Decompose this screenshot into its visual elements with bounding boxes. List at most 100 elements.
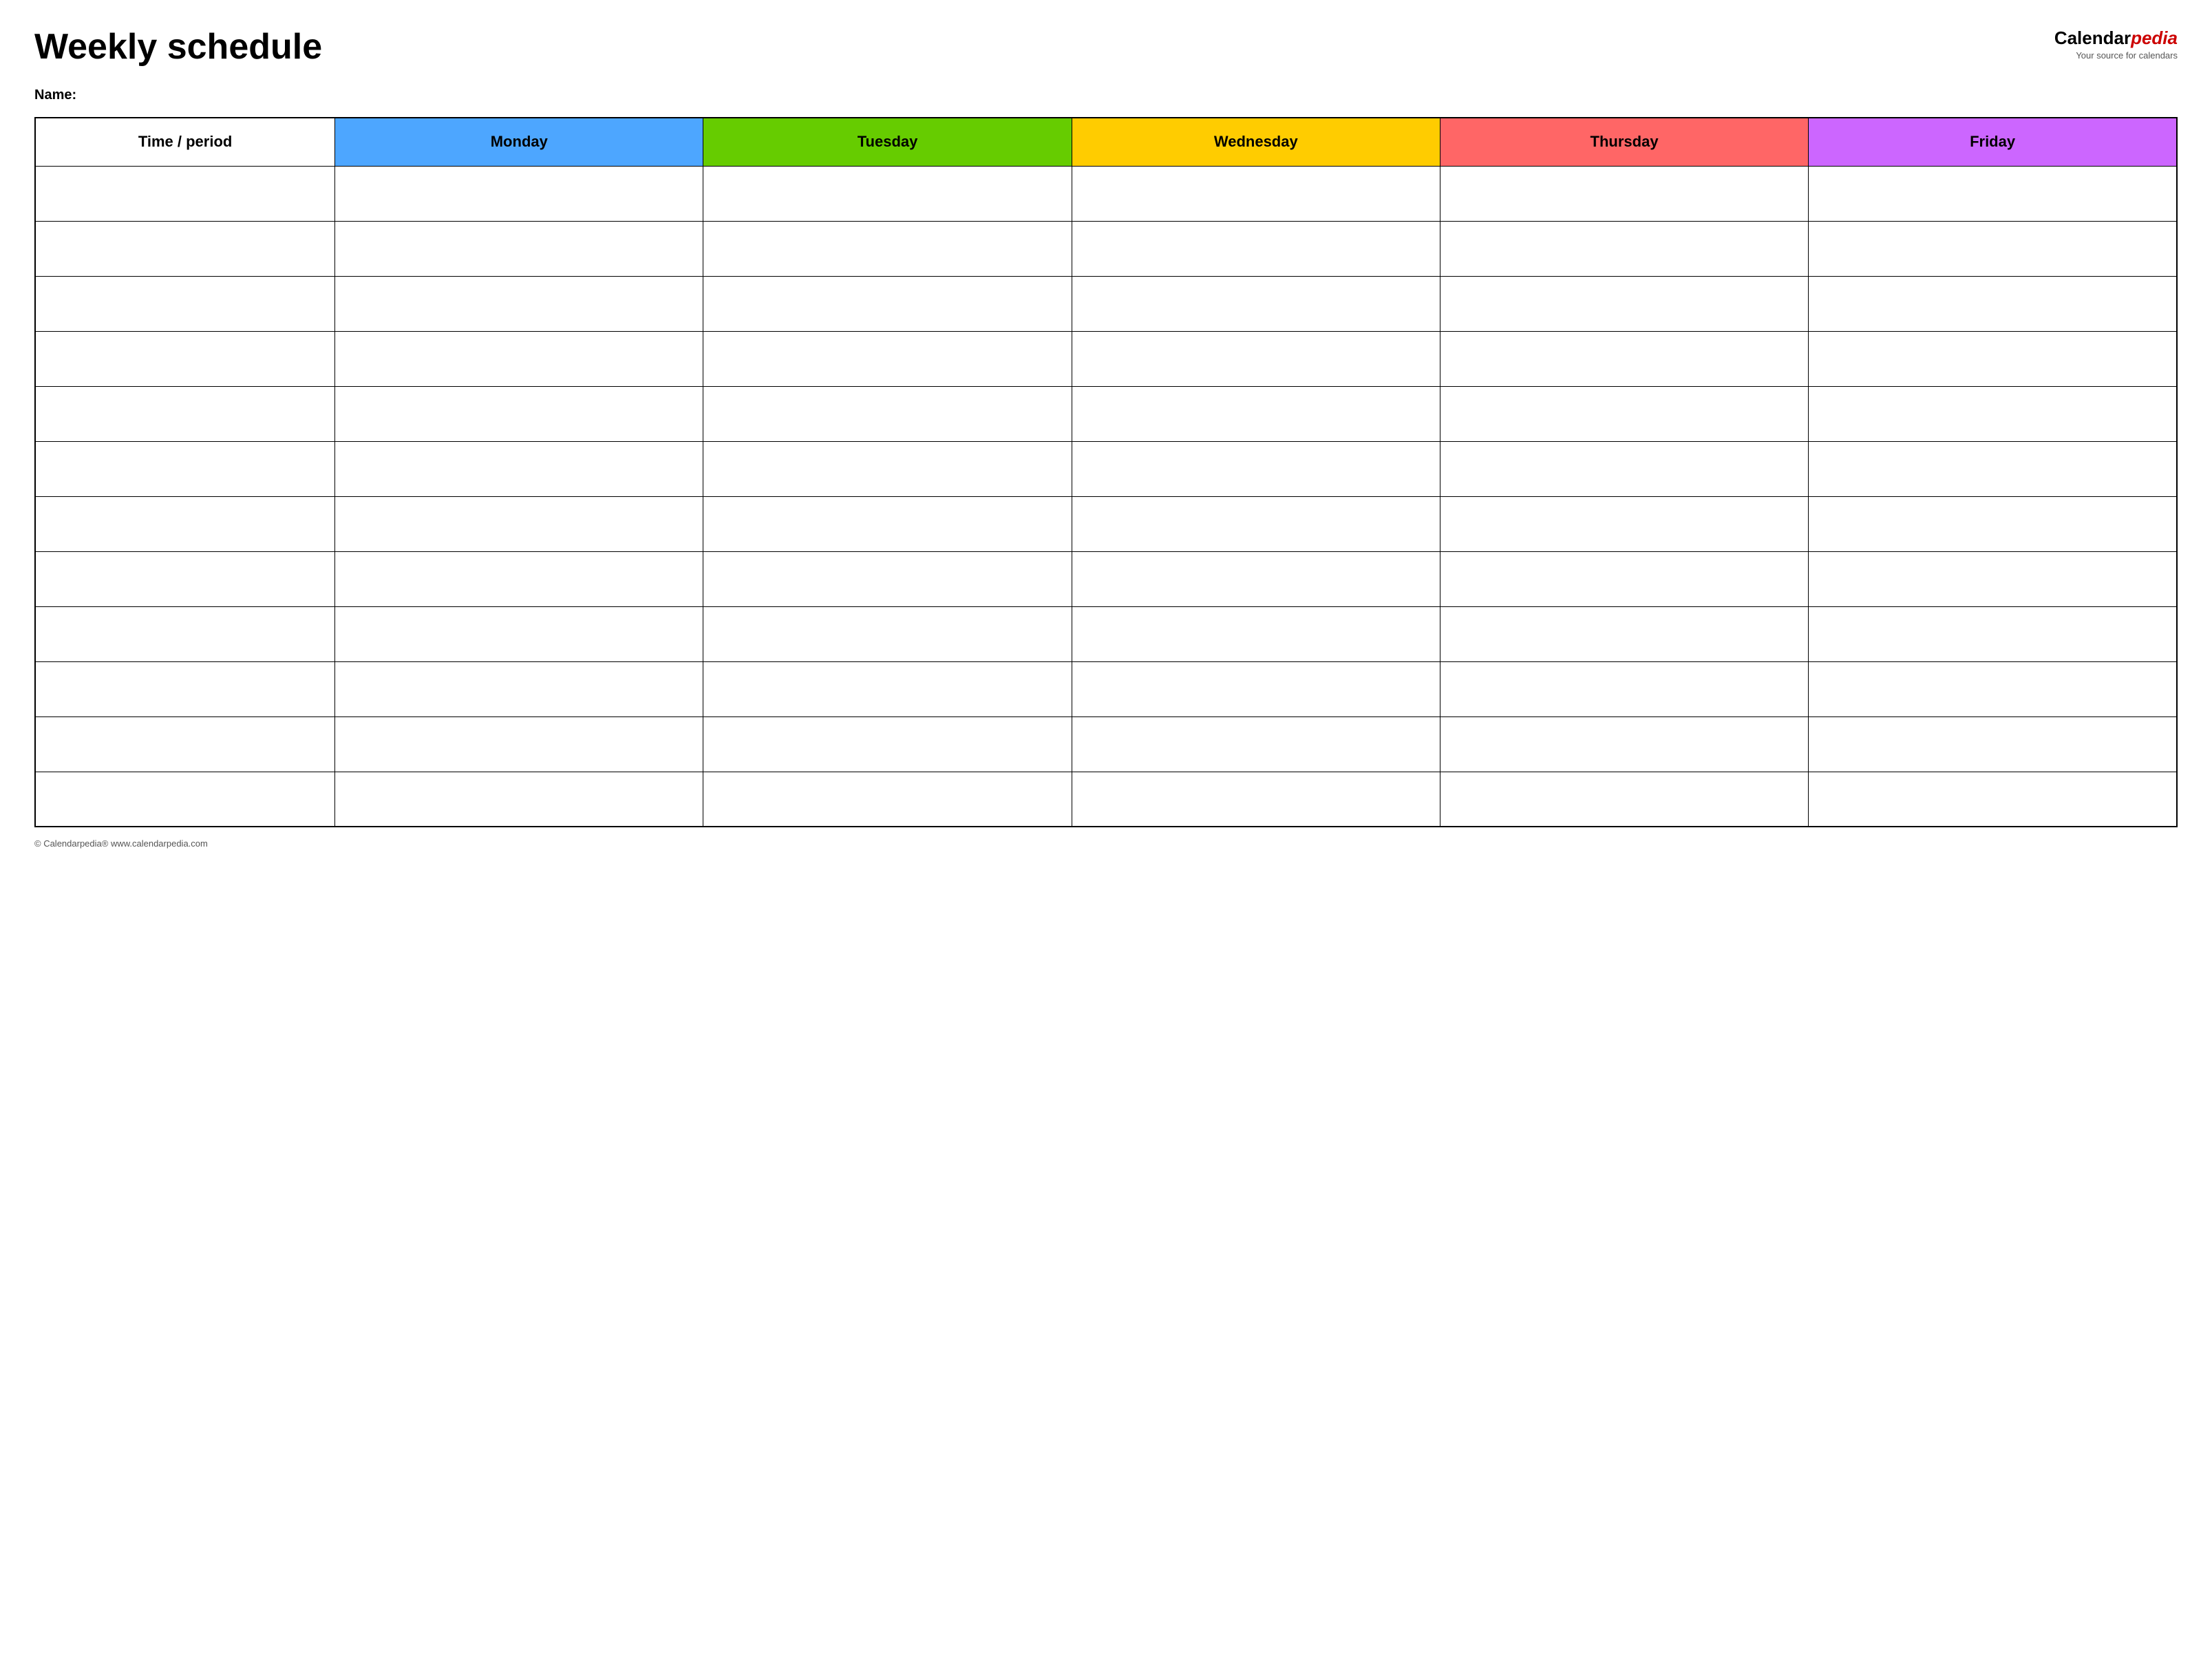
col-header-monday: Monday bbox=[335, 118, 703, 166]
table-cell[interactable] bbox=[1809, 276, 2177, 331]
table-cell[interactable] bbox=[703, 661, 1072, 716]
header-row: Time / period Monday Tuesday Wednesday T… bbox=[35, 118, 2177, 166]
table-cell[interactable] bbox=[35, 716, 335, 772]
col-header-time: Time / period bbox=[35, 118, 335, 166]
table-cell[interactable] bbox=[335, 551, 703, 606]
table-row bbox=[35, 166, 2177, 221]
table-cell[interactable] bbox=[1072, 661, 1440, 716]
table-cell[interactable] bbox=[35, 606, 335, 661]
col-header-tuesday: Tuesday bbox=[703, 118, 1072, 166]
table-cell[interactable] bbox=[35, 331, 335, 386]
table-cell[interactable] bbox=[35, 276, 335, 331]
table-cell[interactable] bbox=[1809, 606, 2177, 661]
table-cell[interactable] bbox=[1809, 166, 2177, 221]
table-row bbox=[35, 441, 2177, 496]
table-cell[interactable] bbox=[1809, 386, 2177, 441]
page-title: Weekly schedule bbox=[34, 28, 322, 67]
table-cell[interactable] bbox=[703, 606, 1072, 661]
table-cell[interactable] bbox=[703, 496, 1072, 551]
table-cell[interactable] bbox=[35, 661, 335, 716]
table-cell[interactable] bbox=[1440, 441, 1808, 496]
table-cell[interactable] bbox=[1072, 551, 1440, 606]
table-cell[interactable] bbox=[35, 221, 335, 276]
table-cell[interactable] bbox=[1072, 221, 1440, 276]
table-cell[interactable] bbox=[1440, 496, 1808, 551]
table-cell[interactable] bbox=[703, 772, 1072, 827]
table-row bbox=[35, 276, 2177, 331]
table-row bbox=[35, 661, 2177, 716]
table-cell[interactable] bbox=[335, 276, 703, 331]
table-cell[interactable] bbox=[35, 496, 335, 551]
table-cell[interactable] bbox=[1440, 166, 1808, 221]
table-cell[interactable] bbox=[335, 331, 703, 386]
table-cell[interactable] bbox=[335, 606, 703, 661]
schedule-body bbox=[35, 166, 2177, 827]
table-cell[interactable] bbox=[1072, 331, 1440, 386]
table-cell[interactable] bbox=[335, 496, 703, 551]
footer-text: © Calendarpedia® www.calendarpedia.com bbox=[34, 838, 208, 849]
table-cell[interactable] bbox=[1072, 716, 1440, 772]
table-cell[interactable] bbox=[703, 331, 1072, 386]
col-header-wednesday: Wednesday bbox=[1072, 118, 1440, 166]
col-header-friday: Friday bbox=[1809, 118, 2177, 166]
table-row bbox=[35, 606, 2177, 661]
table-cell[interactable] bbox=[703, 276, 1072, 331]
table-cell[interactable] bbox=[1440, 606, 1808, 661]
table-cell[interactable] bbox=[703, 441, 1072, 496]
table-cell[interactable] bbox=[35, 166, 335, 221]
table-cell[interactable] bbox=[1440, 386, 1808, 441]
logo-text: Calendarpedia bbox=[2054, 28, 2178, 49]
name-label: Name: bbox=[34, 87, 76, 103]
table-cell[interactable] bbox=[335, 772, 703, 827]
footer: © Calendarpedia® www.calendarpedia.com bbox=[34, 838, 2178, 849]
table-cell[interactable] bbox=[1440, 661, 1808, 716]
table-cell[interactable] bbox=[1440, 551, 1808, 606]
table-cell[interactable] bbox=[1809, 661, 2177, 716]
logo-tagline: Your source for calendars bbox=[2054, 50, 2178, 61]
table-cell[interactable] bbox=[1072, 386, 1440, 441]
table-cell[interactable] bbox=[703, 386, 1072, 441]
table-row bbox=[35, 496, 2177, 551]
table-cell[interactable] bbox=[1072, 276, 1440, 331]
table-cell[interactable] bbox=[1440, 772, 1808, 827]
table-cell[interactable] bbox=[1809, 772, 2177, 827]
table-cell[interactable] bbox=[335, 716, 703, 772]
table-cell[interactable] bbox=[335, 386, 703, 441]
table-cell[interactable] bbox=[1072, 441, 1440, 496]
table-row bbox=[35, 551, 2177, 606]
table-cell[interactable] bbox=[1809, 441, 2177, 496]
logo-pedia: pedia bbox=[2131, 28, 2178, 48]
table-cell[interactable] bbox=[703, 221, 1072, 276]
logo-calendar: Calendar bbox=[2054, 28, 2131, 48]
table-cell[interactable] bbox=[1440, 276, 1808, 331]
table-cell[interactable] bbox=[35, 772, 335, 827]
table-cell[interactable] bbox=[335, 221, 703, 276]
table-cell[interactable] bbox=[1440, 716, 1808, 772]
table-row bbox=[35, 772, 2177, 827]
table-cell[interactable] bbox=[335, 166, 703, 221]
table-cell[interactable] bbox=[335, 441, 703, 496]
table-cell[interactable] bbox=[1809, 331, 2177, 386]
table-cell[interactable] bbox=[1809, 221, 2177, 276]
schedule-table: Time / period Monday Tuesday Wednesday T… bbox=[34, 117, 2178, 827]
table-cell[interactable] bbox=[1809, 716, 2177, 772]
table-cell[interactable] bbox=[1440, 221, 1808, 276]
table-cell[interactable] bbox=[35, 551, 335, 606]
table-cell[interactable] bbox=[1440, 331, 1808, 386]
table-row bbox=[35, 331, 2177, 386]
table-cell[interactable] bbox=[703, 551, 1072, 606]
table-cell[interactable] bbox=[703, 716, 1072, 772]
table-cell[interactable] bbox=[703, 166, 1072, 221]
col-header-thursday: Thursday bbox=[1440, 118, 1808, 166]
table-cell[interactable] bbox=[1809, 551, 2177, 606]
table-cell[interactable] bbox=[1072, 772, 1440, 827]
table-cell[interactable] bbox=[35, 386, 335, 441]
table-cell[interactable] bbox=[1072, 496, 1440, 551]
table-row bbox=[35, 716, 2177, 772]
table-cell[interactable] bbox=[335, 661, 703, 716]
table-cell[interactable] bbox=[1809, 496, 2177, 551]
table-cell[interactable] bbox=[35, 441, 335, 496]
table-cell[interactable] bbox=[1072, 166, 1440, 221]
logo-container: Calendarpedia Your source for calendars bbox=[2054, 28, 2178, 61]
table-cell[interactable] bbox=[1072, 606, 1440, 661]
